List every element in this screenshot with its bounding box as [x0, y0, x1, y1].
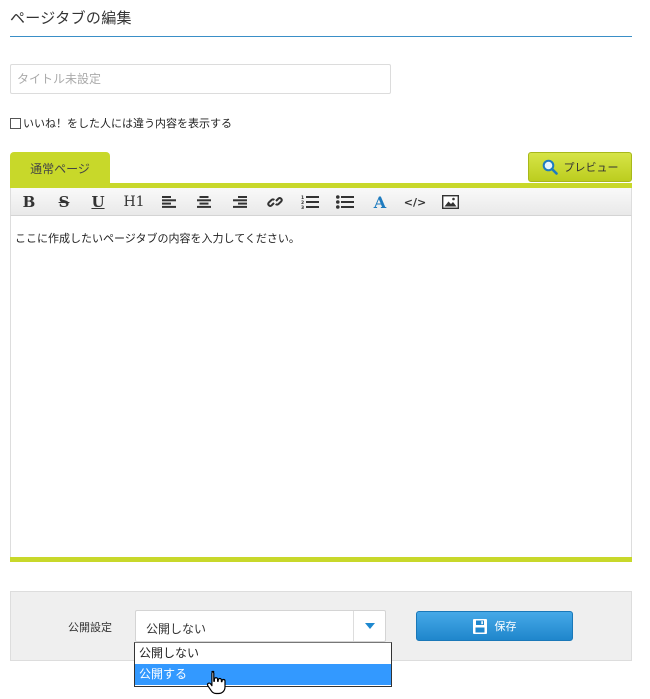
image-icon: [441, 195, 459, 209]
page-tab-title-input[interactable]: [10, 64, 391, 94]
like-gate-checkbox[interactable]: [10, 117, 21, 129]
unordered-list-button[interactable]: [334, 191, 356, 213]
save-button-label: 保存: [494, 620, 517, 633]
text-color-button[interactable]: A: [369, 191, 391, 213]
publish-setting-label: 公開設定: [68, 621, 112, 634]
link-button[interactable]: [264, 191, 286, 213]
search-icon: [542, 159, 558, 175]
preview-button[interactable]: プレビュー: [528, 152, 632, 182]
editor-content-text[interactable]: ここに作成したいページタブの内容を入力してください。: [15, 230, 300, 246]
publish-setting-select[interactable]: 公開しない: [135, 610, 386, 642]
page-title: ページタブの編集: [10, 9, 132, 27]
align-center-button[interactable]: [193, 191, 215, 213]
editor-bottom-border: [10, 557, 632, 562]
floppy-disk-icon: [472, 618, 487, 634]
title-divider: [10, 36, 632, 37]
bold-button[interactable]: B: [18, 191, 40, 213]
underline-button[interactable]: U: [87, 191, 109, 213]
like-gate-label: いいね！をした人には違う内容を表示する: [23, 117, 232, 130]
insert-image-button[interactable]: [439, 191, 461, 213]
ordered-list-icon: 1 2 3: [301, 195, 319, 209]
align-center-icon: [197, 196, 211, 208]
publish-option-private[interactable]: 公開しない: [135, 643, 391, 664]
align-left-icon: [162, 196, 176, 208]
strikethrough-button[interactable]: S: [53, 191, 75, 213]
align-left-button[interactable]: [158, 191, 180, 213]
source-code-button[interactable]: </>: [402, 191, 428, 213]
like-gate-option[interactable]: いいね！をした人には違う内容を表示する: [10, 115, 232, 131]
unordered-list-icon: [336, 195, 354, 209]
heading-button[interactable]: H1: [121, 191, 147, 213]
editor-toolbar: B S U H1 1 2 3 A </>: [10, 188, 632, 216]
publish-option-public[interactable]: 公開する: [135, 664, 391, 685]
save-button[interactable]: 保存: [416, 611, 573, 641]
align-right-button[interactable]: [229, 191, 251, 213]
link-icon: [267, 197, 283, 207]
publish-options-list: 公開しない 公開する: [134, 642, 392, 687]
editor-content-area[interactable]: ここに作成したいページタブの内容を入力してください。: [10, 216, 632, 558]
svg-text:3: 3: [301, 205, 304, 209]
publish-select-value: 公開しない: [146, 622, 207, 636]
preview-label: プレビュー: [563, 161, 619, 174]
tab-normal-page[interactable]: 通常ページ: [10, 152, 110, 184]
dropdown-arrow-icon[interactable]: [353, 611, 385, 641]
ordered-list-button[interactable]: 1 2 3: [299, 191, 321, 213]
hand-cursor-icon: [206, 670, 226, 695]
align-right-icon: [233, 196, 247, 208]
